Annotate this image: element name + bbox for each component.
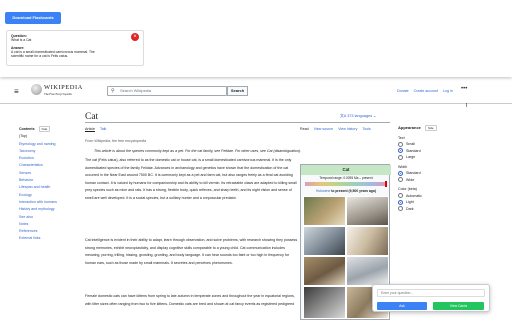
toc-item[interactable]: Lifespan and health <box>19 184 69 191</box>
radio-icon <box>398 177 403 183</box>
translate-icon: 文A <box>340 114 347 118</box>
toc-item[interactable]: External links <box>19 235 69 242</box>
radio-icon <box>398 154 403 160</box>
toc-item[interactable]: Taxonomy <box>19 148 69 155</box>
radio-label: Dark <box>406 206 414 211</box>
timeline-marker <box>385 181 387 187</box>
personal-tools: Donate Create account Log in <box>397 89 457 93</box>
cat-photo[interactable] <box>303 226 346 256</box>
temporal-range: Temporal range: 0.0095 Ma – present <box>319 176 373 180</box>
answer-text-line2: scientific name for a cat is Felis catus… <box>11 54 69 59</box>
cursor-marker-icon: I <box>466 103 468 109</box>
radio-selected-icon <box>398 199 403 205</box>
wikipedia-tagline: The Free Encyclopedia <box>44 92 72 96</box>
toc-item[interactable]: Notes <box>19 221 69 228</box>
infobox-title: Cat <box>301 165 391 175</box>
toc-item[interactable]: References <box>19 228 69 235</box>
tools-menu[interactable]: Tools <box>362 127 370 131</box>
tab-article[interactable]: Article <box>85 127 95 132</box>
namespace-tabs: Article Talk <box>85 127 110 132</box>
holocene-text: Holocene to present (9,500 years ago) <box>301 189 391 193</box>
main-menu-icon[interactable]: ≡ <box>14 87 19 96</box>
toc-item[interactable]: Interaction with humans <box>19 199 69 206</box>
radio-icon <box>398 193 403 199</box>
create-account-link[interactable]: Create account <box>414 89 438 93</box>
article-paragraph: Cat intelligence is evident in their abi… <box>85 238 298 265</box>
radio-icon <box>398 206 403 212</box>
cat-photo[interactable] <box>346 196 389 226</box>
tab-read[interactable]: Read <box>300 127 309 131</box>
cat-photo[interactable] <box>303 256 346 286</box>
toc-item[interactable]: Characteristics <box>19 162 69 169</box>
wikipedia-globe-logo[interactable] <box>31 84 42 95</box>
more-options-icon[interactable]: ••• <box>461 86 467 92</box>
site-subtitle: From Wikipedia, the free encyclopedia <box>85 139 147 143</box>
tab-talk[interactable]: Talk <box>100 127 106 131</box>
title-divider <box>85 122 390 123</box>
ask-question-widget: Enter your question... Ask View Cards <box>372 284 490 312</box>
toc-item[interactable]: Etymology and naming <box>19 141 69 148</box>
article-paragraph: The cat (Felis catus), also referred to … <box>85 158 297 200</box>
flashcard: Question: What is a Cat Answer: A cat is… <box>6 30 144 66</box>
toc-item[interactable]: See also <box>19 214 69 221</box>
holocene-rest: to present (9,500 years ago) <box>331 189 377 193</box>
donate-link[interactable]: Donate <box>397 89 409 93</box>
appearance-panel: Appearance hide Text Small Standard Large… <box>398 125 488 212</box>
toc-item[interactable]: Ecology <box>19 192 69 199</box>
table-of-contents: Contents hide (Top) Etymology and naming … <box>19 126 69 243</box>
cat-photo[interactable] <box>303 286 346 319</box>
flashcard-extension-panel: Download Flashcards Question: What is a … <box>0 0 512 77</box>
view-cards-button[interactable]: View Cards <box>433 302 484 310</box>
radio-selected-icon <box>398 148 403 154</box>
toc-item[interactable]: (Top) <box>19 133 69 140</box>
cat-photo[interactable] <box>346 226 389 256</box>
languages-button[interactable]: 文A 373 languages ⌄ <box>340 113 376 119</box>
delete-card-icon[interactable]: × <box>131 33 139 41</box>
hatnote: This article is about the species common… <box>94 149 302 153</box>
radio-label: Wide <box>406 177 415 182</box>
toc-item[interactable]: Evolution <box>19 155 69 162</box>
view-tabs: Read View source View history Tools <box>296 127 371 131</box>
search-icon: ⚲ <box>111 88 115 94</box>
radio-icon <box>398 141 403 147</box>
radio-selected-icon <box>398 170 403 176</box>
radio-width-wide[interactable]: Wide <box>398 177 488 184</box>
toc-item[interactable]: Senses <box>19 170 69 177</box>
page-title: Cat <box>85 112 99 122</box>
cat-photo[interactable] <box>346 256 389 286</box>
toc-item[interactable]: Behavior <box>19 177 69 184</box>
appearance-title: Appearance <box>398 125 421 130</box>
radio-color-dark[interactable]: Dark <box>398 206 488 213</box>
toc-hide-button[interactable]: hide <box>38 126 51 132</box>
radio-text-large[interactable]: Large <box>398 154 488 161</box>
holocene-link[interactable]: Holocene <box>316 189 330 193</box>
toc-title: Contents <box>19 127 35 131</box>
wikipedia-wordmark[interactable]: WIKIPEDIA <box>44 84 83 91</box>
appearance-hide-button[interactable]: hide <box>424 125 437 131</box>
ask-button[interactable]: Ask <box>377 302 427 310</box>
question-input[interactable]: Enter your question... <box>377 289 485 297</box>
login-link[interactable]: Log in <box>443 89 453 93</box>
toc-item[interactable]: History and mythology <box>19 206 69 213</box>
search-input[interactable]: Search Wikipedia <box>107 86 227 96</box>
tab-view-source[interactable]: View source <box>314 127 334 131</box>
tab-view-history[interactable]: View history <box>338 127 357 131</box>
radio-label: Large <box>406 155 416 159</box>
download-flashcards-button[interactable]: Download Flashcards <box>5 12 61 24</box>
cat-photo[interactable] <box>303 196 346 226</box>
languages-label: 373 languages <box>347 114 373 118</box>
timeline-bar <box>305 182 387 186</box>
article-paragraph: Female domestic cats can have kittens fr… <box>85 294 295 306</box>
search-button[interactable]: Search <box>227 86 248 96</box>
